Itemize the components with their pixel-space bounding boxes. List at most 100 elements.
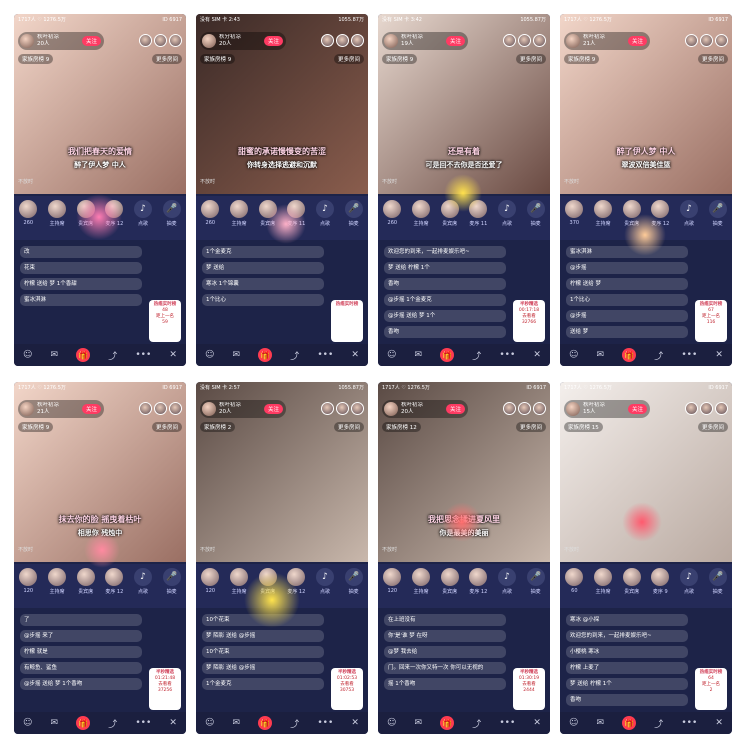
mic-seat[interactable]: 麦序 11	[283, 200, 309, 240]
smile-icon[interactable]: ☺	[387, 350, 396, 360]
more-rooms[interactable]: 更多房间	[697, 54, 728, 64]
mail-icon[interactable]: ✉	[597, 718, 605, 728]
more-icon[interactable]: •••	[135, 350, 151, 360]
more-rooms[interactable]: 更多房间	[151, 54, 182, 64]
viewer-avatar[interactable]	[533, 34, 546, 47]
share-icon[interactable]: ⤴	[472, 717, 481, 730]
mic-seat[interactable]: 贵宾席	[437, 568, 463, 608]
smile-icon[interactable]: ☺	[23, 718, 32, 728]
viewer-avatar[interactable]	[321, 34, 334, 47]
mic-seat[interactable]: 主持席	[226, 568, 252, 608]
mail-icon[interactable]: ✉	[51, 718, 59, 728]
mail-icon[interactable]: ✉	[597, 350, 605, 360]
mail-icon[interactable]: ✉	[415, 718, 423, 728]
viewer-avatar[interactable]	[503, 34, 516, 47]
viewer-avatar[interactable]	[321, 402, 334, 415]
mic-seat[interactable]: 麦序 12	[101, 568, 127, 608]
host-card[interactable]: 秋叶初凉 15人 关注	[564, 400, 650, 418]
mic-seat[interactable]: 贵宾席	[619, 568, 645, 608]
rank-widget[interactable]: 热缆实时榜	[331, 300, 363, 342]
viewer-avatar[interactable]	[715, 34, 728, 47]
rank-widget[interactable]: 热缆实时榜 48 距上一名 59	[149, 300, 181, 342]
smile-icon[interactable]: ☺	[205, 718, 214, 728]
more-icon[interactable]: •••	[681, 718, 697, 728]
viewer-avatar[interactable]	[154, 34, 167, 47]
mic-seat[interactable]: 贵宾席	[73, 568, 99, 608]
mail-icon[interactable]: ✉	[233, 350, 241, 360]
close-icon[interactable]: ✕	[169, 350, 177, 360]
mic-seat[interactable]: 🎤 抽麦	[341, 200, 367, 240]
close-icon[interactable]: ✕	[533, 350, 541, 360]
family-rank[interactable]: 家族房榜 9	[200, 54, 236, 64]
mic-seat[interactable]: 贵宾席	[255, 568, 281, 608]
mic-seat[interactable]: ♪ 点歌	[312, 200, 338, 240]
more-icon[interactable]: •••	[135, 718, 151, 728]
follow-button[interactable]: 关注	[627, 404, 647, 414]
avatar[interactable]	[566, 34, 580, 48]
rank-widget[interactable]: 热缆实时榜 64 距上一名 2	[695, 668, 727, 710]
more-icon[interactable]: •••	[499, 350, 515, 360]
viewer-avatar[interactable]	[139, 34, 152, 47]
smile-icon[interactable]: ☺	[569, 350, 578, 360]
follow-button[interactable]: 关注	[445, 36, 465, 46]
avatar[interactable]	[202, 34, 216, 48]
smile-icon[interactable]: ☺	[569, 718, 578, 728]
mic-seat[interactable]: 🎤 抽麦	[341, 568, 367, 608]
mail-icon[interactable]: ✉	[415, 350, 423, 360]
smile-icon[interactable]: ☺	[205, 350, 214, 360]
viewer-avatar[interactable]	[518, 34, 531, 47]
host-card[interactable]: 秋叶初凉 20人 关注	[200, 400, 286, 418]
close-icon[interactable]: ✕	[169, 718, 177, 728]
mic-seat[interactable]: 麦序 12	[101, 200, 127, 240]
mic-seat[interactable]: 贵宾席	[437, 200, 463, 240]
host-card[interactable]: 秋叶初凉 20人 关注	[18, 32, 104, 50]
more-icon[interactable]: •••	[317, 718, 333, 728]
follow-button[interactable]: 关注	[81, 404, 101, 414]
mic-seat[interactable]: 麦序 12	[465, 568, 491, 608]
viewer-avatar[interactable]	[169, 34, 182, 47]
close-icon[interactable]: ✕	[351, 718, 359, 728]
more-rooms[interactable]: 更多房间	[515, 54, 546, 64]
close-icon[interactable]: ✕	[715, 350, 723, 360]
viewer-avatar[interactable]	[351, 402, 364, 415]
mic-seat[interactable]: ♪ 点歌	[676, 568, 702, 608]
mic-seat[interactable]: 🎤 抽麦	[705, 200, 731, 240]
viewer-avatar[interactable]	[700, 34, 713, 47]
viewer-avatar[interactable]	[154, 402, 167, 415]
rank-widget[interactable]: 热缆实时榜 67 距上一名 116	[695, 300, 727, 342]
mic-seat[interactable]: 120	[15, 568, 41, 608]
mic-seat[interactable]: ♪ 点歌	[676, 200, 702, 240]
smile-icon[interactable]: ☺	[23, 350, 32, 360]
host-card[interactable]: 秋叶初凉 21人 关注	[564, 32, 650, 50]
mail-icon[interactable]: ✉	[51, 350, 59, 360]
rank-widget[interactable]: 半秒精选 01:30:19 去看看 2444	[513, 668, 545, 710]
avatar[interactable]	[202, 402, 216, 416]
close-icon[interactable]: ✕	[351, 350, 359, 360]
mic-seat[interactable]: 主持席	[44, 568, 70, 608]
mic-seat[interactable]: 麦序 12	[647, 200, 673, 240]
viewer-avatar[interactable]	[169, 402, 182, 415]
mic-seat[interactable]: 🎤 抽麦	[159, 568, 185, 608]
viewer-avatar[interactable]	[336, 402, 349, 415]
mic-seat[interactable]: 主持席	[590, 200, 616, 240]
more-rooms[interactable]: 更多房间	[697, 422, 728, 432]
host-card[interactable]: 秋分初凉 20人 关注	[200, 32, 286, 50]
mic-seat[interactable]: ♪ 点歌	[494, 568, 520, 608]
mic-seat[interactable]: 260	[379, 200, 405, 240]
host-card[interactable]: 秋叶初凉 21人 关注	[18, 400, 104, 418]
gift-icon[interactable]: 🎁	[76, 716, 91, 730]
mic-seat[interactable]: 🎤 抽麦	[523, 200, 549, 240]
mic-seat[interactable]: 主持席	[408, 568, 434, 608]
mail-icon[interactable]: ✉	[233, 718, 241, 728]
mic-seat[interactable]: ♪ 点歌	[312, 568, 338, 608]
share-icon[interactable]: ⤴	[472, 349, 481, 362]
mic-seat[interactable]: ♪ 点歌	[130, 200, 156, 240]
mic-seat[interactable]: 🎤 抽麦	[705, 568, 731, 608]
family-rank[interactable]: 家族房榜 9	[382, 54, 418, 64]
viewer-avatar[interactable]	[503, 402, 516, 415]
rank-widget[interactable]: 半秒精选 01:02:53 去看看 30753	[331, 668, 363, 710]
mic-seat[interactable]: 370	[561, 200, 587, 240]
share-icon[interactable]: ⤴	[108, 717, 117, 730]
mic-seat[interactable]: 贵宾席	[73, 200, 99, 240]
family-rank[interactable]: 家族房榜 2	[200, 422, 236, 432]
